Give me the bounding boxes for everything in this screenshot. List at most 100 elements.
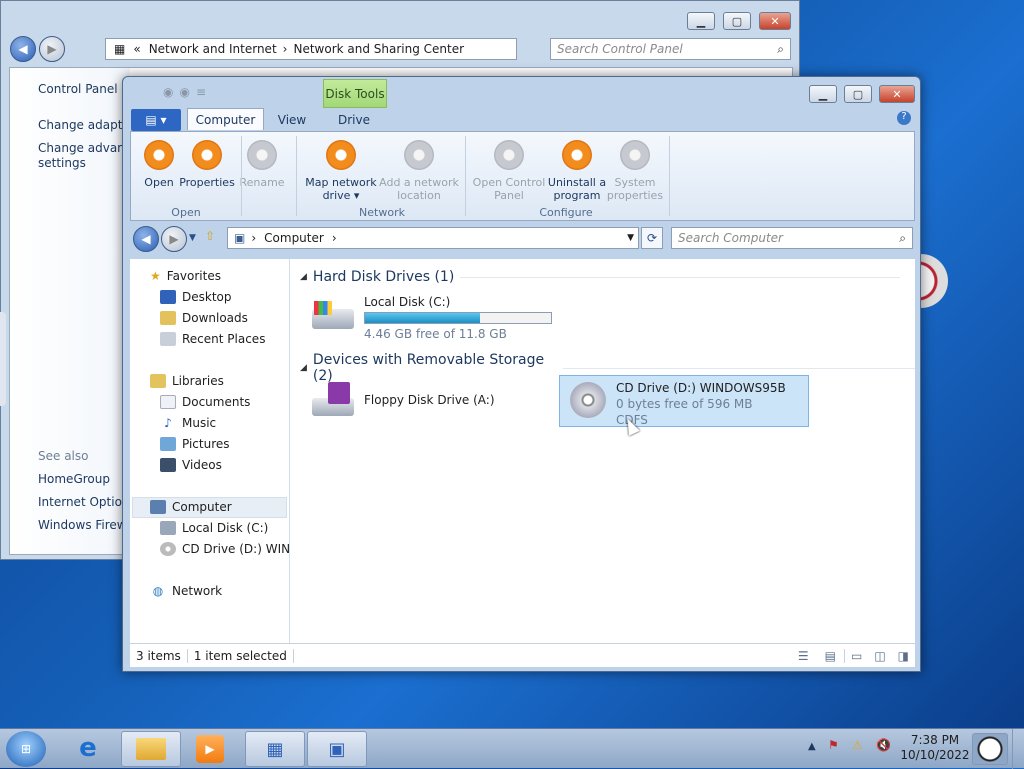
breadcrumb-computer[interactable]: Computer bbox=[264, 231, 324, 245]
cpu-gauge-gadget[interactable] bbox=[918, 254, 948, 308]
close-button[interactable]: ✕ bbox=[759, 12, 791, 30]
nav-desktop[interactable]: Desktop bbox=[160, 290, 232, 304]
nav-videos[interactable]: Videos bbox=[160, 458, 222, 472]
show-desktop-button[interactable] bbox=[1012, 729, 1024, 769]
address-bar[interactable]: ▦ « Network and Internet › Network and S… bbox=[105, 38, 517, 60]
file-menu-button[interactable]: ▤ ▾ bbox=[131, 109, 181, 131]
nav-favorites[interactable]: ★ Favorites bbox=[150, 269, 221, 283]
link-homegroup[interactable]: HomeGroup bbox=[38, 472, 110, 486]
refresh-button[interactable]: ⟳ bbox=[641, 227, 663, 249]
system-properties-icon bbox=[620, 140, 650, 170]
back-button[interactable]: ◀ bbox=[133, 226, 159, 252]
clock[interactable]: 7:38 PM 10/10/2022 bbox=[900, 733, 970, 763]
uninstall-label-1: Uninstall a bbox=[547, 176, 607, 189]
group-separator bbox=[669, 136, 670, 216]
nav-cd-drive[interactable]: CD Drive (D:) WINDC bbox=[160, 542, 308, 556]
help-icon[interactable]: ? bbox=[897, 111, 911, 125]
nav-label: Network bbox=[172, 584, 223, 598]
preview-pane-icon[interactable]: ◫ bbox=[868, 649, 891, 663]
recent-pages-icon[interactable]: ▼ bbox=[189, 233, 196, 243]
minimize-button[interactable]: ▁ bbox=[809, 85, 837, 103]
add-network-location-button[interactable]: Add a network location bbox=[379, 140, 459, 202]
nav-local-disk[interactable]: Local Disk (C:) bbox=[160, 521, 268, 535]
properties-button[interactable]: Properties bbox=[179, 140, 235, 189]
nav-recent-places[interactable]: Recent Places bbox=[160, 332, 265, 346]
control-panel-icon bbox=[494, 140, 524, 170]
address-dropdown-icon[interactable]: ▼ bbox=[627, 233, 634, 243]
open-button[interactable]: Open bbox=[139, 140, 179, 189]
quick-access-icon[interactable]: ◉ bbox=[163, 85, 173, 99]
computer-taskbar-button[interactable]: ▣ bbox=[307, 731, 367, 767]
tab-drive[interactable]: Drive bbox=[329, 109, 379, 131]
link-change-adapter[interactable]: Change adapter bbox=[38, 118, 135, 132]
status-bar: 3 items 1 item selected ☰ ▤ ▭ ◫ ◨ bbox=[130, 643, 915, 667]
show-hidden-icons[interactable]: ▲ bbox=[808, 741, 816, 752]
pane-toggle-icon[interactable]: ▭ bbox=[845, 649, 868, 663]
details-view-icon[interactable]: ☰ bbox=[790, 649, 817, 663]
nav-documents[interactable]: Documents bbox=[160, 395, 250, 409]
system-properties-button[interactable]: System properties bbox=[601, 140, 669, 202]
cd-drive-icon bbox=[568, 380, 608, 420]
link-control-panel-home[interactable]: Control Panel H bbox=[38, 82, 130, 96]
nav-music[interactable]: ♪ Music bbox=[160, 416, 216, 430]
nav-computer[interactable]: Computer bbox=[150, 500, 232, 514]
up-folder-icon[interactable]: ⇧ bbox=[205, 229, 215, 243]
tiles-view-icon[interactable]: ▤ bbox=[817, 648, 845, 663]
search-icon: ⌕ bbox=[899, 231, 906, 245]
desktop-icon bbox=[160, 290, 176, 304]
action-center-flag-icon[interactable]: ⚑ bbox=[828, 738, 839, 752]
start-button[interactable]: ⊞ bbox=[6, 731, 46, 767]
drive-floppy-a[interactable]: Floppy Disk Drive (A:) bbox=[308, 380, 495, 420]
search-input[interactable]: Search Control Panel ⌕ bbox=[550, 38, 791, 60]
drive-cd-d[interactable]: CD Drive (D:) WINDOWS95B 0 bytes free of… bbox=[559, 375, 809, 427]
close-button[interactable]: ✕ bbox=[879, 85, 915, 103]
system-properties-label-2: properties bbox=[606, 189, 664, 202]
nav-network[interactable]: ◍ Network bbox=[150, 584, 222, 598]
minimize-button[interactable]: ▁ bbox=[687, 12, 715, 30]
forward-button[interactable]: ▶ bbox=[161, 226, 187, 252]
nav-pictures[interactable]: Pictures bbox=[160, 437, 230, 451]
map-network-drive-button[interactable]: Map network drive ▾ bbox=[303, 140, 379, 202]
link-windows-firewall[interactable]: Windows Firewa bbox=[38, 518, 134, 532]
tab-computer[interactable]: Computer bbox=[187, 108, 264, 130]
breadcrumb-network[interactable]: Network and Internet bbox=[149, 42, 277, 56]
maximize-button[interactable]: ▢ bbox=[844, 85, 872, 103]
search-placeholder: Search Computer bbox=[678, 231, 783, 245]
nav-label: Videos bbox=[182, 458, 222, 472]
quick-access-toolbar[interactable]: ◉ ◉ ≡ bbox=[163, 85, 206, 99]
internet-explorer-icon[interactable]: e bbox=[70, 733, 106, 765]
system-properties-label-1: System bbox=[614, 176, 656, 189]
open-control-panel-button[interactable]: Open Control Panel bbox=[469, 140, 549, 202]
rename-button[interactable]: Rename bbox=[239, 140, 285, 189]
address-bar[interactable]: ▣ › Computer › ▼ bbox=[227, 227, 639, 249]
collapse-icon: ◢ bbox=[300, 363, 307, 373]
add-network-label-2: location bbox=[397, 189, 441, 202]
properties-icon bbox=[192, 140, 222, 170]
breadcrumb-sharing-center[interactable]: Network and Sharing Center bbox=[293, 42, 464, 56]
nav-libraries[interactable]: Libraries bbox=[150, 374, 224, 388]
explorer-taskbar-button[interactable] bbox=[121, 731, 181, 767]
maximize-button[interactable]: ▢ bbox=[723, 12, 751, 30]
quick-access-icon[interactable]: ◉ bbox=[179, 85, 189, 99]
volume-icon[interactable]: 🔇 bbox=[876, 738, 891, 752]
warning-icon[interactable]: ⚠ bbox=[852, 738, 863, 752]
control-panel-taskbar-button[interactable]: ▦ bbox=[245, 731, 305, 767]
group-hard-disk-drives[interactable]: ◢ Hard Disk Drives (1) bbox=[300, 269, 901, 285]
map-network-label-1: Map network bbox=[305, 176, 377, 189]
drive-local-disk-c[interactable]: Local Disk (C:) 4.46 GB free of 11.8 GB bbox=[308, 295, 552, 341]
rename-label: Rename bbox=[239, 176, 285, 189]
details-pane-icon[interactable]: ◨ bbox=[892, 649, 915, 663]
item-count: 3 items bbox=[130, 648, 188, 663]
uninstall-program-button[interactable]: Uninstall a program bbox=[545, 140, 609, 202]
media-player-icon[interactable]: ▶ bbox=[196, 735, 224, 763]
back-button[interactable]: ◀ bbox=[10, 36, 36, 62]
forward-button[interactable]: ▶ bbox=[39, 36, 65, 62]
folder-icon bbox=[136, 738, 166, 760]
customize-qat-icon[interactable]: ≡ bbox=[196, 85, 206, 99]
drive-filesystem: CDFS bbox=[616, 413, 648, 427]
soccer-ball-icon[interactable] bbox=[972, 733, 1008, 765]
tab-view[interactable]: View bbox=[269, 109, 315, 131]
nav-downloads[interactable]: Downloads bbox=[160, 311, 248, 325]
search-input[interactable]: Search Computer ⌕ bbox=[671, 227, 913, 249]
link-settings[interactable]: settings bbox=[38, 156, 86, 170]
